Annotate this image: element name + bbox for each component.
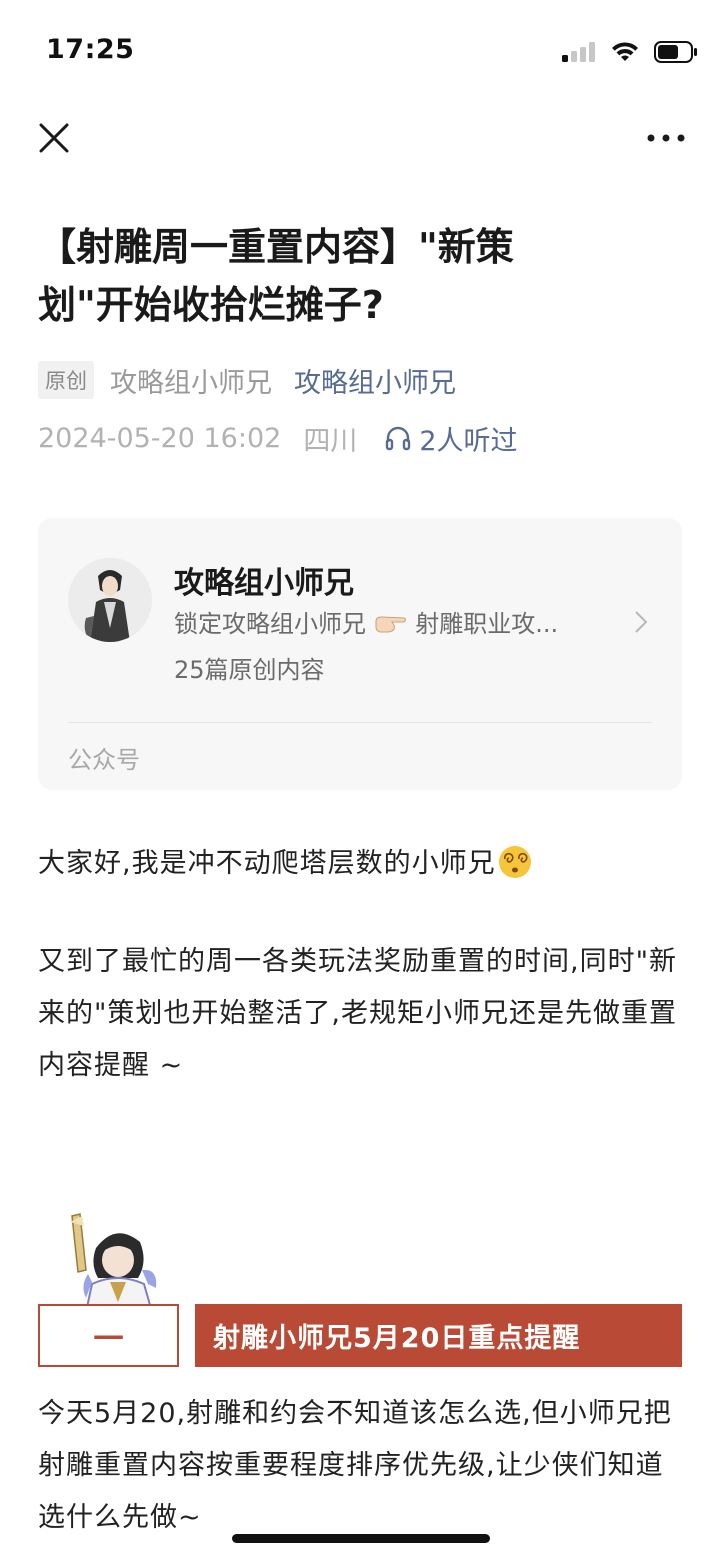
- section-number-box: 一: [38, 1304, 179, 1367]
- wifi-icon: [612, 42, 638, 61]
- more-dots-icon[interactable]: [646, 126, 686, 150]
- close-icon[interactable]: [36, 120, 72, 156]
- card-divider: [68, 722, 652, 723]
- account-article-count: 25篇原创内容: [174, 656, 325, 684]
- account-description: 锁定攻略组小师兄 射雕职业攻...: [174, 604, 594, 639]
- headphones-icon: [386, 426, 411, 451]
- account-desc-suffix: 射雕职业攻...: [415, 610, 559, 638]
- listen-count: 2人听过: [419, 425, 518, 457]
- title-line-2: 划"开始收拾烂摊子?: [38, 283, 384, 327]
- publish-location: 四川: [303, 425, 358, 457]
- paragraph-greeting-text: 大家好,我是冲不动爬塔层数的小师兄: [38, 848, 496, 879]
- account-name-link[interactable]: 攻略组小师兄: [294, 361, 456, 400]
- article-title: 【射雕周一重置内容】"新策 划"开始收拾烂摊子?: [38, 218, 658, 334]
- account-desc-prefix: 锁定攻略组小师兄: [174, 610, 366, 638]
- section-title-bar: 射雕小师兄5月20日重点提醒: [195, 1304, 682, 1367]
- pointing-right-emoji-icon: [375, 616, 406, 633]
- author-name: 攻略组小师兄: [110, 367, 272, 399]
- account-avatar: [68, 558, 152, 642]
- meta-date-row: 2024-05-20 16:02 四川 2人听过: [38, 418, 518, 458]
- listen-button[interactable]: 2人听过: [385, 419, 518, 458]
- status-time: 17:25: [46, 34, 135, 65]
- section-header: 一 射雕小师兄5月20日重点提醒: [38, 1212, 682, 1372]
- title-line-1: 【射雕周一重置内容】"新策: [38, 225, 514, 269]
- paragraph-intro: 又到了最忙的周一各类玩法奖励重置的时间,同时"新来的"策划也开始整活了,老规矩小…: [38, 946, 678, 1081]
- mascot-illustration: [70, 1213, 157, 1312]
- account-type: 公众号: [68, 746, 140, 774]
- status-bar: 17:25: [0, 0, 720, 100]
- meta-author-row: 原创 攻略组小师兄 攻略组小师兄: [38, 360, 456, 400]
- nav-bar: [0, 108, 720, 168]
- original-badge: 原创: [38, 361, 94, 399]
- publish-datetime: 2024-05-20 16:02: [38, 422, 282, 454]
- paragraph-greeting: 大家好,我是冲不动爬塔层数的小师兄: [38, 838, 684, 890]
- battery-icon: [654, 41, 697, 63]
- dizzy-face-emoji-icon: [498, 846, 531, 878]
- account-card[interactable]: 攻略组小师兄 锁定攻略组小师兄 射雕职业攻... 25篇原创内容 公众号: [38, 518, 682, 790]
- home-indicator[interactable]: [232, 1534, 490, 1543]
- status-icons: [562, 38, 698, 66]
- paragraph-section-intro: 今天5月20,射雕和约会不知道该怎么选,但小师兄把射雕重置内容按重要程度排序优先…: [38, 1398, 672, 1533]
- cellular-signal-icon: [562, 42, 595, 62]
- chevron-right-icon: [635, 611, 648, 633]
- account-name: 攻略组小师兄: [174, 566, 354, 601]
